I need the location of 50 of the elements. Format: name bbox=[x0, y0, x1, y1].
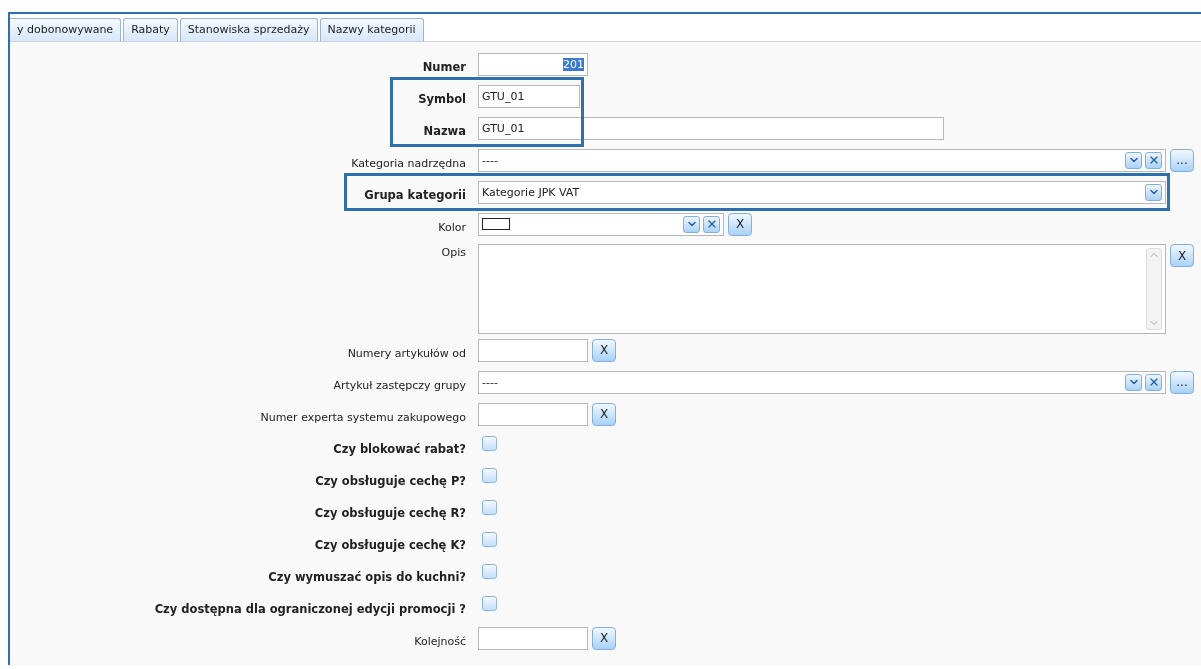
clear-icon[interactable] bbox=[1145, 373, 1162, 391]
tab[interactable]: Stanowiska sprzedaży bbox=[179, 18, 318, 41]
field-value: 201 bbox=[563, 57, 584, 71]
color-dropdown[interactable] bbox=[478, 212, 724, 236]
checkbox[interactable] bbox=[482, 467, 497, 483]
field-label: Opis bbox=[441, 245, 466, 259]
field-label: Czy dostępna dla ograniczonej edycji promocji ? bbox=[154, 601, 466, 616]
field-label: Symbol bbox=[418, 91, 466, 106]
text-field[interactable]: GTU_01 bbox=[478, 116, 944, 140]
field-label: Numery artykułów od bbox=[347, 345, 466, 360]
tab[interactable]: Rabaty bbox=[123, 18, 178, 41]
dropdown-field[interactable]: Kategorie JPK VAT bbox=[478, 180, 1166, 204]
dropdown-field[interactable]: ---- bbox=[478, 370, 1166, 394]
description-field[interactable] bbox=[478, 244, 1166, 334]
field-label: Kolejność bbox=[414, 633, 466, 648]
clear-button[interactable]: X bbox=[592, 626, 616, 650]
browse-button[interactable]: ... bbox=[1170, 148, 1194, 172]
field-label: Kategoria nadrzędna bbox=[351, 155, 466, 170]
dropdown-field[interactable]: ---- bbox=[478, 148, 1166, 172]
field-label: Czy obsługuje cechę P? bbox=[315, 473, 466, 488]
field-label: Czy blokować rabat? bbox=[333, 441, 466, 456]
field-label: Czy obsługuje cechę R? bbox=[314, 505, 466, 520]
clear-icon[interactable] bbox=[1145, 151, 1162, 169]
field-label: Czy wymuszać opis do kuchni? bbox=[268, 569, 466, 584]
color-swatch bbox=[482, 218, 510, 230]
clear-button[interactable]: X bbox=[1170, 244, 1194, 267]
field-label: Nazwa bbox=[423, 123, 466, 138]
tab[interactable]: Nazwy kategorii bbox=[319, 18, 424, 41]
clear-button[interactable]: X bbox=[592, 402, 616, 426]
field-label: Czy obsługuje cechę K? bbox=[314, 537, 466, 552]
field-label: Numer bbox=[422, 59, 466, 74]
tab[interactable]: y dobonowywane bbox=[10, 18, 122, 41]
field-label: Artykuł zastępczy grupy bbox=[333, 377, 466, 392]
browse-button[interactable]: ... bbox=[1170, 370, 1194, 394]
checkbox[interactable] bbox=[482, 499, 497, 515]
checkbox[interactable] bbox=[482, 563, 497, 579]
text-field[interactable] bbox=[478, 626, 588, 650]
field-label: Grupa kategorii bbox=[364, 187, 466, 202]
number-field[interactable]: 201 bbox=[478, 52, 588, 76]
checkbox[interactable] bbox=[482, 531, 497, 547]
text-field[interactable] bbox=[478, 402, 588, 426]
clear-icon[interactable] bbox=[703, 215, 720, 233]
text-field[interactable] bbox=[478, 338, 588, 362]
clear-button[interactable]: X bbox=[592, 338, 616, 362]
clear-button[interactable]: X bbox=[728, 212, 752, 236]
field-label: Kolor bbox=[438, 219, 466, 234]
text-field[interactable]: GTU_01 bbox=[478, 84, 580, 108]
checkbox[interactable] bbox=[482, 435, 497, 451]
field-label: Numer experta systemu zakupowego bbox=[260, 409, 466, 424]
checkbox[interactable] bbox=[482, 595, 497, 611]
